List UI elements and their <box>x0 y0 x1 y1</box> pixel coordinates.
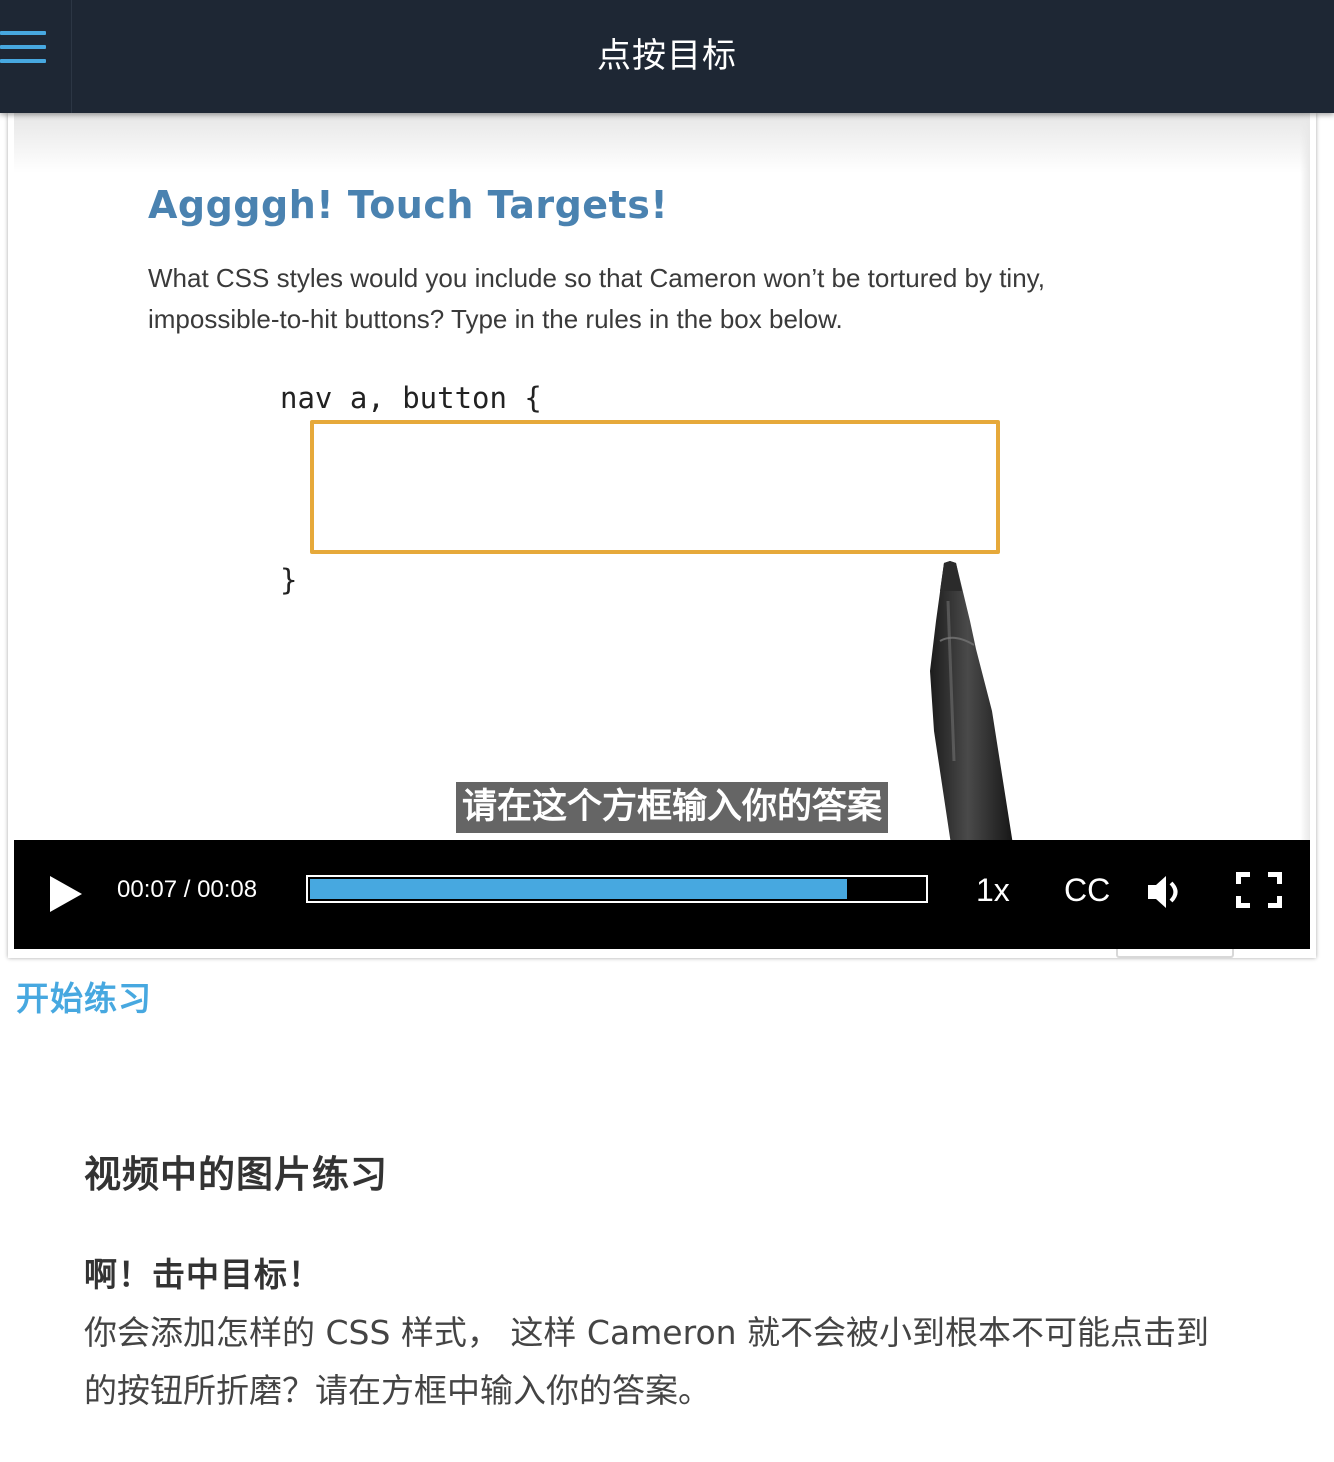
progress-fill <box>310 879 847 899</box>
answer-box <box>310 420 1000 554</box>
player-controls: 00:07 / 00:08 1x CC <box>14 840 1310 949</box>
section-heading: 视频中的图片练习 <box>84 1153 388 1196</box>
exercise-subheading: 啊！击中目标！ <box>84 1255 322 1294</box>
volume-icon[interactable] <box>1144 870 1188 914</box>
player-tab <box>1116 949 1234 958</box>
captions-button[interactable]: CC <box>1064 870 1110 910</box>
slide-text: What CSS styles would you include so tha… <box>148 263 1045 334</box>
video-subtitle: 请在这个方框输入你的答案 <box>456 782 889 833</box>
video-frame[interactable]: Aggggh! Touch Targets! What CSS styles w… <box>14 113 1310 840</box>
code-close: } <box>280 563 298 597</box>
stylus-pen-image <box>930 561 1013 840</box>
app-bar: 点按目标 <box>0 0 1334 113</box>
progress-bar[interactable] <box>306 875 928 903</box>
time-display: 00:07 / 00:08 <box>117 876 258 903</box>
exercise-description: 你会添加怎样的 CSS 样式， 这样 Cameron 就不会被小到根本不可能点击… <box>84 1313 1210 1410</box>
playback-speed-button[interactable]: 1x <box>976 870 1010 910</box>
code-open: nav a, button { <box>280 381 542 415</box>
page-title: 点按目标 <box>597 36 737 76</box>
start-practice-link[interactable]: 开始练习 <box>16 972 152 1020</box>
video-player: Aggggh! Touch Targets! What CSS styles w… <box>8 113 1316 958</box>
slide-title: Aggggh! Touch Targets! <box>148 183 669 227</box>
fullscreen-icon[interactable] <box>1234 870 1284 910</box>
play-icon[interactable] <box>40 870 90 918</box>
